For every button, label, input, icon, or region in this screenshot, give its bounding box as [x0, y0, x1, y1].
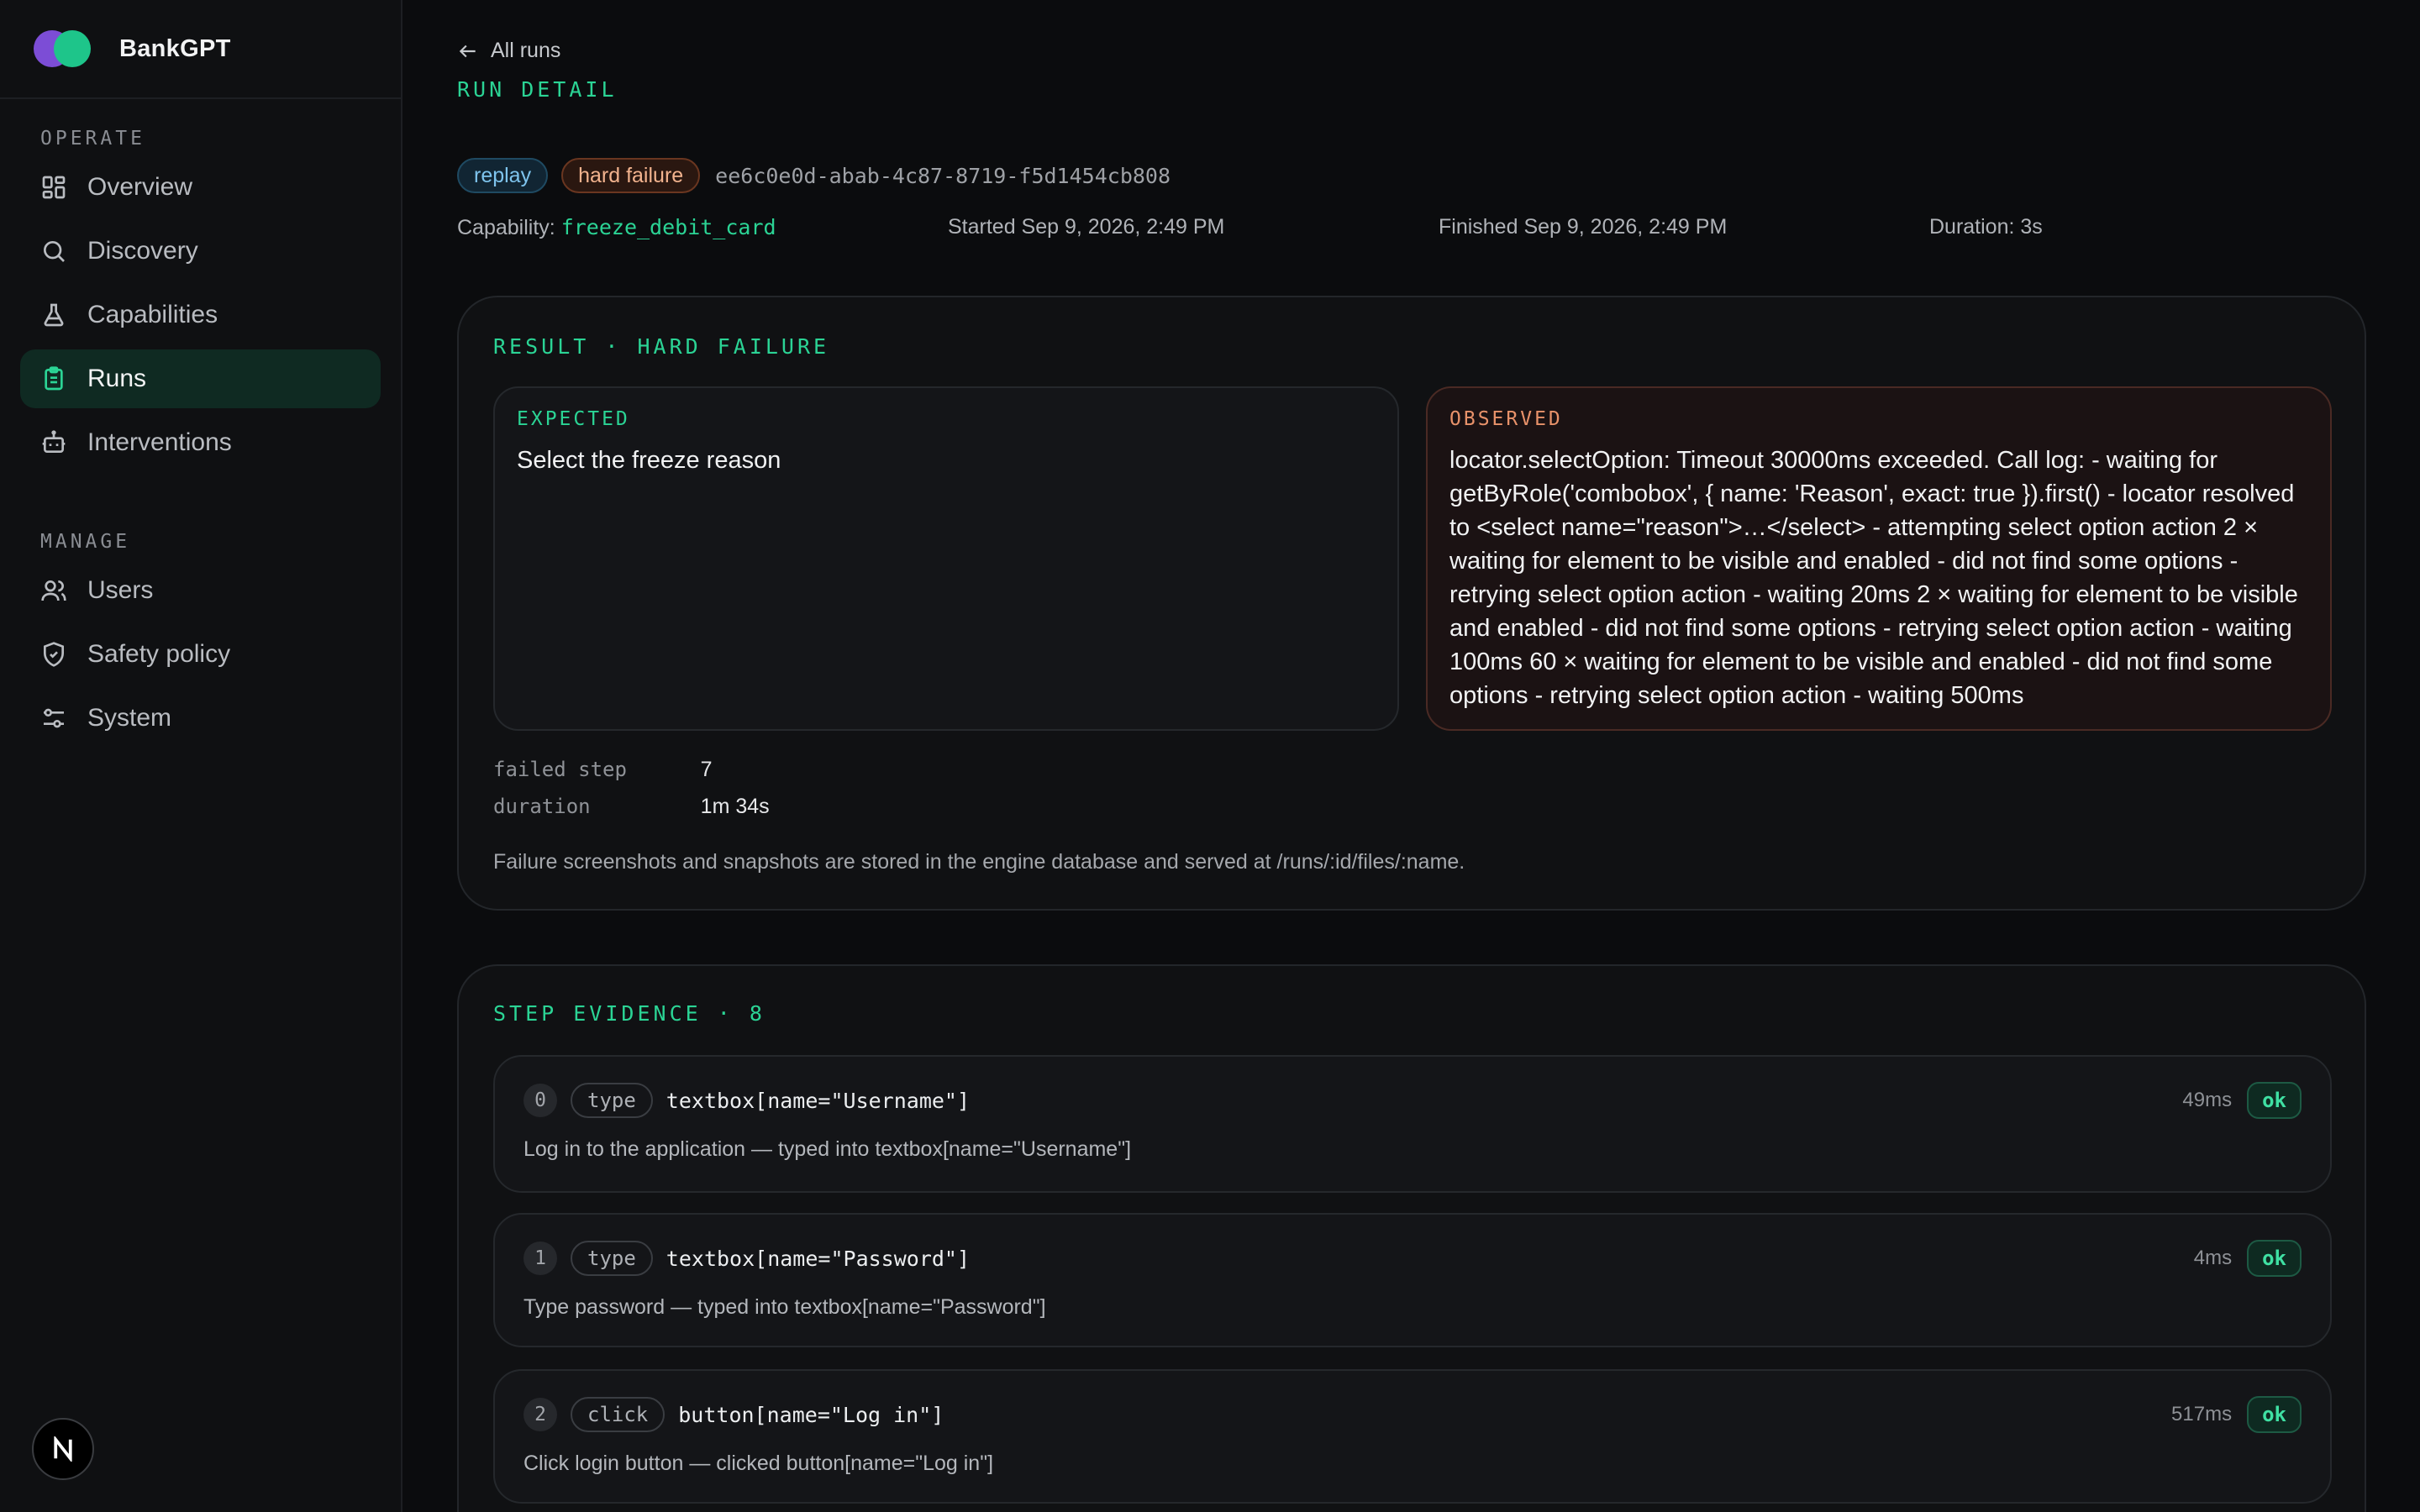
- result-title: RESULT · HARD FAILURE: [493, 334, 830, 359]
- step-status-badge: ok: [2247, 1082, 2302, 1119]
- sliders-icon: [44, 708, 64, 728]
- sidebar-item-discovery[interactable]: Discovery: [20, 222, 381, 281]
- sidebar-item-capabilities[interactable]: Capabilities: [20, 286, 381, 344]
- brand-name: BankGPT: [119, 34, 231, 62]
- capability-meta: Capability: freeze_debit_card: [457, 215, 776, 240]
- shield-icon: [44, 642, 64, 667]
- step-target: textbox[name="Username"]: [666, 1088, 971, 1113]
- status-badge: hard failure: [561, 158, 701, 193]
- step-duration: 49ms: [2182, 1089, 2233, 1111]
- failed-step-row: failed step 7: [493, 758, 713, 782]
- step-index: 2: [523, 1398, 557, 1431]
- step-target: textbox[name="Password"]: [666, 1246, 971, 1271]
- step-row[interactable]: 2 click button[name="Log in"] 517ms ok C…: [493, 1369, 2332, 1504]
- expected-label: EXPECTED: [517, 408, 630, 430]
- sidebar-item-safety-policy[interactable]: Safety policy: [20, 625, 381, 684]
- brand-logo-icon: [34, 30, 92, 67]
- step-action: click: [571, 1397, 666, 1432]
- observed-label: OBSERVED: [1449, 408, 1563, 430]
- failed-step-label: failed step: [493, 758, 627, 781]
- expected-text: Select the freeze reason: [517, 447, 781, 474]
- started-meta: Started Sep 9, 2026, 2:49 PM: [948, 215, 1225, 239]
- expected-panel: EXPECTED Select the freeze reason: [493, 386, 1399, 731]
- duration-label: duration: [493, 795, 591, 818]
- step-row[interactable]: 0 type textbox[name="Username"] 49ms ok …: [493, 1055, 2332, 1193]
- flask-icon: [44, 303, 64, 327]
- step-index: 1: [523, 1242, 557, 1275]
- sidebar-item-label: Capabilities: [87, 301, 218, 328]
- step-action: type: [571, 1241, 653, 1276]
- back-link[interactable]: All runs: [457, 39, 560, 63]
- sidebar-item-label: Discovery: [87, 237, 198, 265]
- observed-panel: OBSERVED locator.selectOption: Timeout 3…: [1426, 386, 2332, 731]
- brand[interactable]: BankGPT: [0, 0, 401, 99]
- nav-section-operate: OPERATE: [40, 128, 145, 150]
- clipboard-icon: [45, 366, 63, 391]
- page-eyebrow: RUN DETAIL: [457, 77, 618, 102]
- step-evidence-title: STEP EVIDENCE · 8: [493, 1001, 765, 1026]
- step-row[interactable]: 1 type textbox[name="Password"] 4ms ok T…: [493, 1213, 2332, 1347]
- sidebar-item-users[interactable]: Users: [20, 561, 381, 620]
- sidebar-item-label: Safety policy: [87, 640, 231, 668]
- sidebar-item-interventions[interactable]: Interventions: [20, 413, 381, 472]
- step-description: Log in to the application — typed into t…: [523, 1137, 1132, 1161]
- failure-note: Failure screenshots and snapshots are st…: [493, 850, 1465, 874]
- users-icon: [41, 580, 66, 601]
- capability-link[interactable]: freeze_debit_card: [561, 215, 776, 239]
- avatar-letter-icon: [54, 1436, 72, 1462]
- sidebar-item-label: Interventions: [87, 428, 232, 456]
- step-status-badge: ok: [2247, 1240, 2302, 1277]
- grid-icon: [42, 176, 66, 199]
- result-card: RESULT · HARD FAILURE EXPECTED Select th…: [457, 296, 2366, 911]
- sidebar-item-system[interactable]: System: [20, 689, 381, 748]
- robot-icon: [42, 430, 66, 453]
- run-id: ee6c0e0d-abab-4c87-8719-f5d1454cb808: [715, 163, 1171, 188]
- step-duration: 517ms: [2171, 1403, 2233, 1425]
- step-description: Type password — typed into textbox[name=…: [523, 1295, 1046, 1319]
- step-action: type: [571, 1083, 653, 1118]
- step-description: Click login button — clicked button[name…: [523, 1452, 994, 1475]
- sidebar-item-overview[interactable]: Overview: [20, 158, 381, 217]
- nav-section-manage: MANAGE: [40, 531, 131, 553]
- user-avatar[interactable]: [32, 1418, 94, 1480]
- sidebar-item-label: Users: [87, 576, 154, 604]
- mode-badge: replay: [457, 158, 549, 193]
- back-link-label: All runs: [491, 39, 561, 62]
- sidebar-item-label: Runs: [87, 365, 147, 392]
- step-duration: 4ms: [2193, 1247, 2233, 1269]
- sidebar: BankGPT OPERATE Overview Discovery Capab…: [0, 0, 402, 1512]
- duration-row: duration 1m 34s: [493, 795, 770, 819]
- duration-value: 1m 34s: [700, 795, 770, 818]
- observed-text: locator.selectOption: Timeout 30000ms ex…: [1449, 447, 2298, 709]
- step-status-badge: ok: [2247, 1396, 2302, 1433]
- step-target: button[name="Log in"]: [678, 1402, 944, 1427]
- finished-meta: Finished Sep 9, 2026, 2:49 PM: [1439, 215, 1728, 239]
- duration-meta: Duration: 3s: [1929, 215, 2043, 239]
- sidebar-item-label: Overview: [87, 173, 193, 201]
- capability-label: Capability:: [457, 216, 555, 239]
- step-index: 0: [523, 1084, 557, 1117]
- failed-step-value: 7: [700, 758, 713, 781]
- run-badges: replay hard failure ee6c0e0d-abab-4c87-8…: [457, 158, 1171, 193]
- sidebar-item-label: System: [87, 704, 172, 732]
- step-evidence-card: STEP EVIDENCE · 8 0 type textbox[name="U…: [457, 964, 2366, 1512]
- arrow-left-icon: [459, 45, 476, 57]
- sidebar-item-runs[interactable]: Runs: [20, 349, 381, 408]
- search-icon: [44, 241, 65, 262]
